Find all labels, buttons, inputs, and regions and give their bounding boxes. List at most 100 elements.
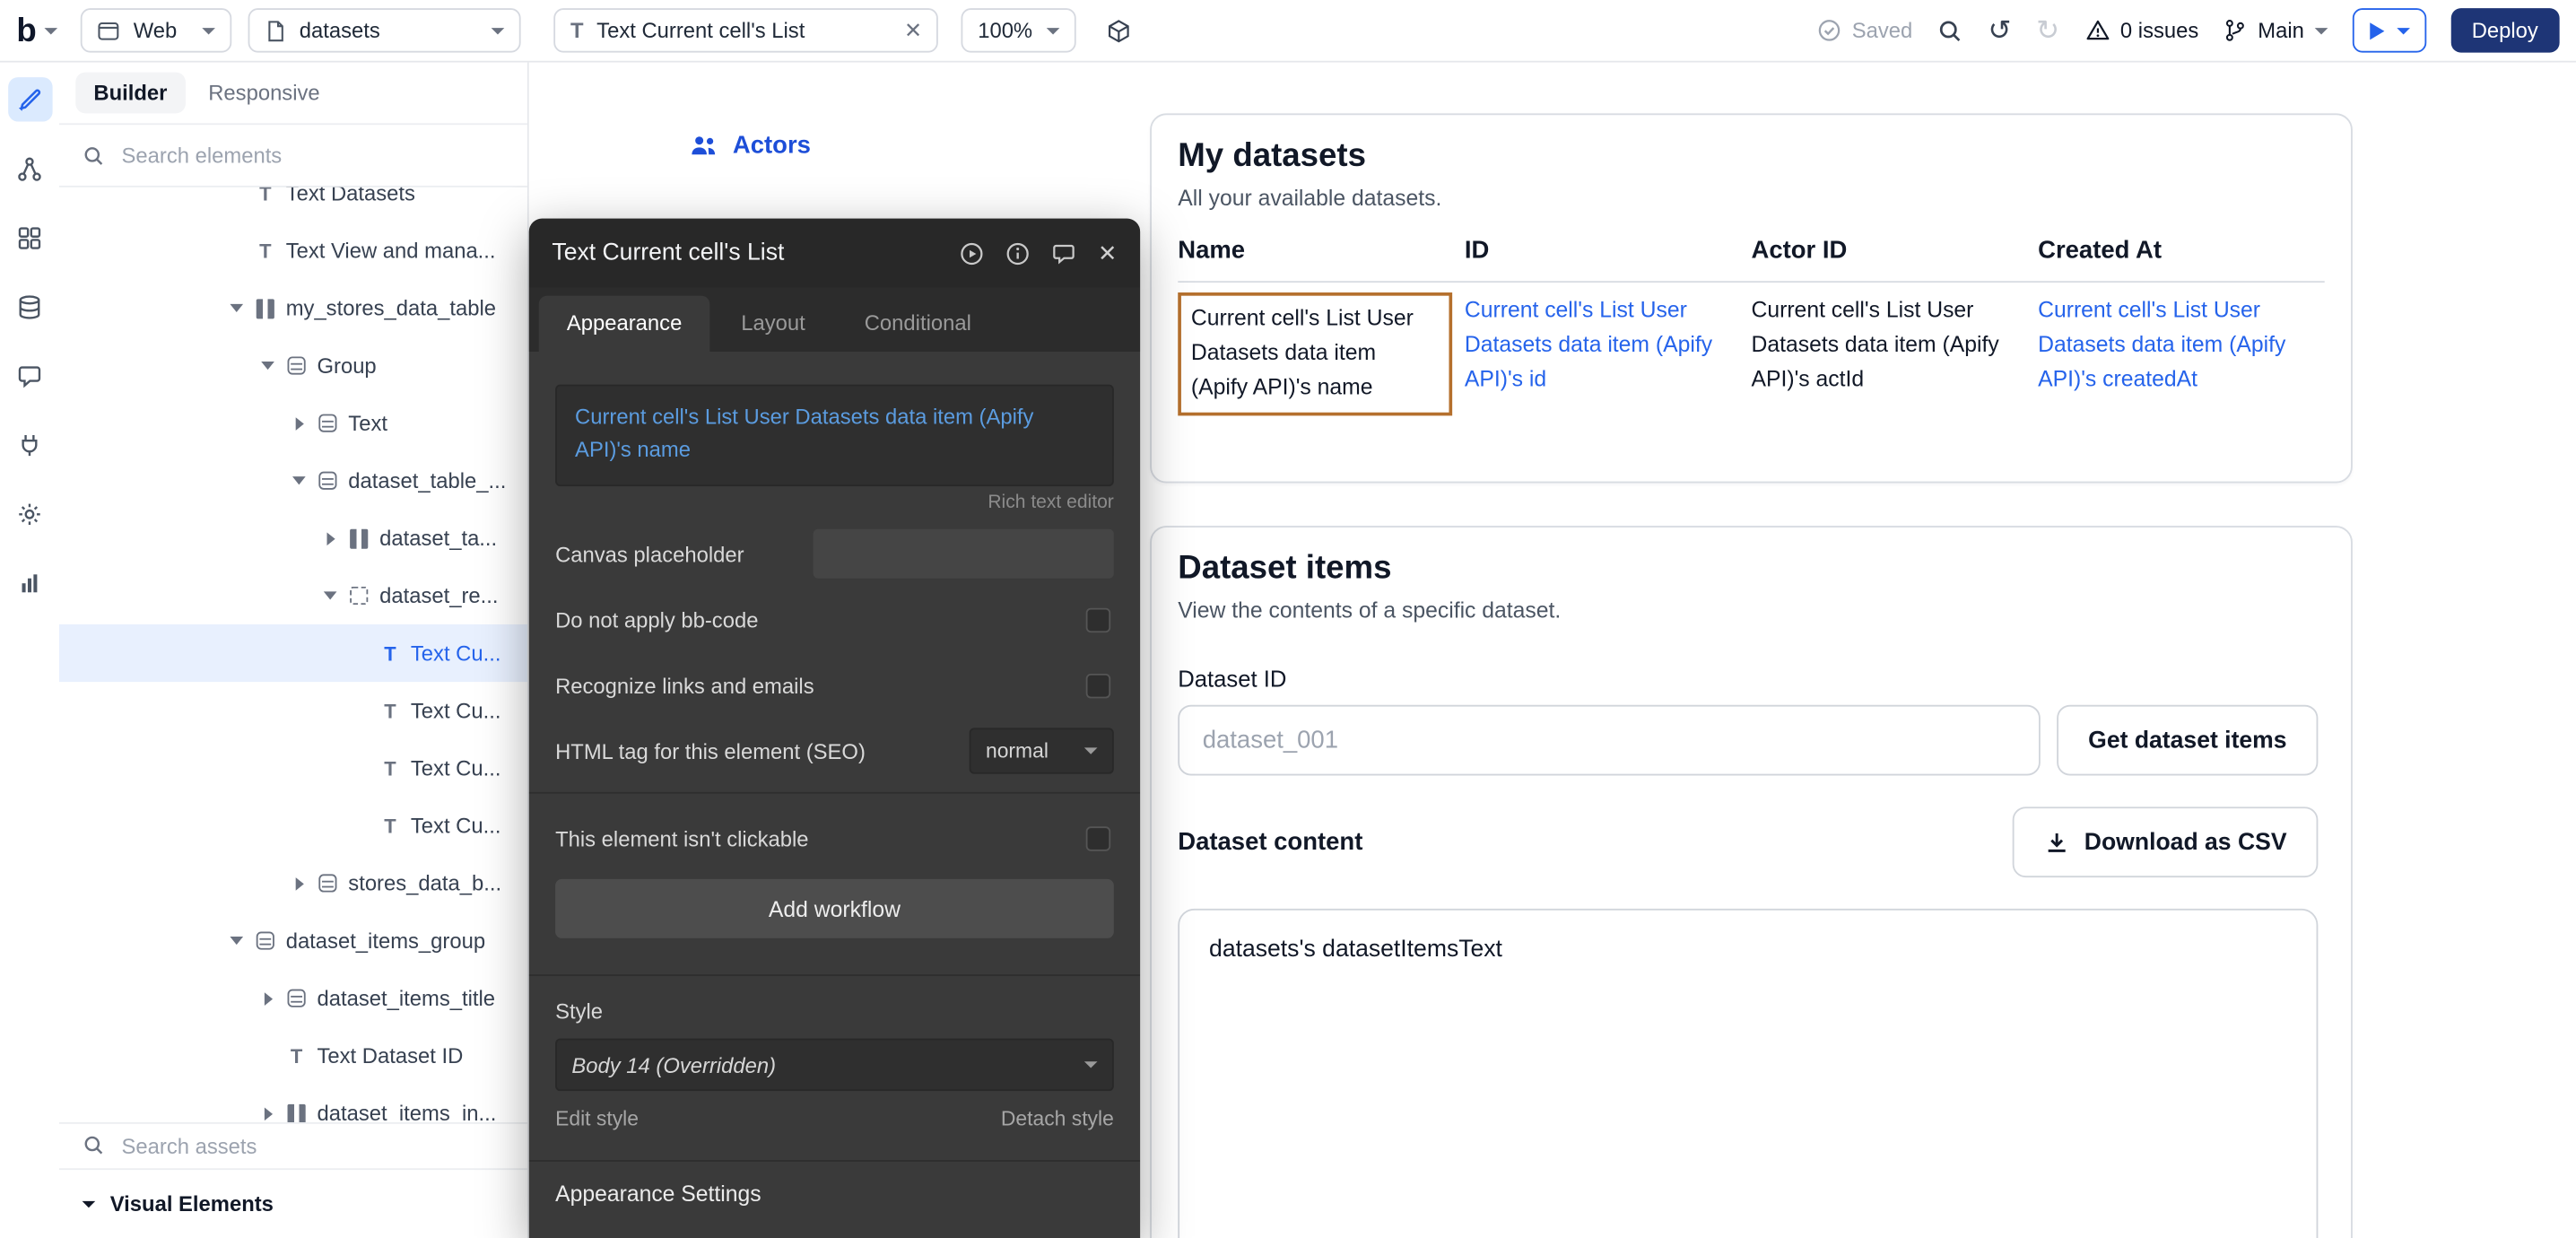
html-tag-select[interactable]: normal xyxy=(970,728,1114,773)
tree-item[interactable]: dataset_table_... xyxy=(59,452,527,510)
close-icon[interactable]: ✕ xyxy=(1098,241,1117,265)
tree-item[interactable]: Text xyxy=(59,395,527,452)
settings-mode-button[interactable] xyxy=(7,492,51,536)
add-workflow-button[interactable]: Add workflow xyxy=(555,879,1114,938)
app-menu[interactable]: b xyxy=(16,14,57,48)
tree-item[interactable]: dataset_re... xyxy=(59,567,527,624)
page-selector[interactable]: datasets xyxy=(248,8,521,52)
tree-chevron-icon[interactable] xyxy=(284,467,314,493)
tree-chevron-icon[interactable] xyxy=(284,870,314,896)
deploy-button[interactable]: Deploy xyxy=(2450,8,2560,52)
tree-item[interactable]: dataset_items_title xyxy=(59,970,527,1027)
tree-chevron-icon[interactable] xyxy=(222,238,251,264)
run-preview-icon[interactable] xyxy=(960,240,984,265)
tree-chevron-icon[interactable] xyxy=(253,985,283,1011)
download-csv-button[interactable]: Download as CSV xyxy=(2012,806,2318,877)
element-tab[interactable]: T Text Current cell's List ✕ xyxy=(554,8,939,52)
tree-chevron-icon[interactable] xyxy=(253,353,283,379)
tree-item[interactable]: dataset_ta... xyxy=(59,510,527,567)
chevron-down-icon xyxy=(2396,27,2409,33)
branch-selector[interactable]: Main xyxy=(2224,18,2328,42)
get-dataset-items-button[interactable]: Get dataset items xyxy=(2057,705,2318,776)
rich-text-editor[interactable]: Current cell's List User Datasets data i… xyxy=(555,385,1114,487)
redo-icon[interactable]: ↻ xyxy=(2036,16,2059,44)
tree-item[interactable]: Text Cu... xyxy=(59,797,527,854)
element-tab-label: Text Current cell's List xyxy=(596,18,891,42)
tree-chevron-icon[interactable] xyxy=(253,1042,283,1068)
package-icon[interactable] xyxy=(1106,17,1132,43)
search-elements-input[interactable] xyxy=(118,142,504,170)
recognize-links-checkbox[interactable] xyxy=(1086,673,1110,697)
tree-chevron-icon[interactable] xyxy=(316,525,345,551)
rows-element-icon xyxy=(283,353,310,379)
tree-chevron-icon[interactable] xyxy=(222,928,251,954)
cell-actor-id[interactable]: Current cell's List User Datasets data i… xyxy=(1751,294,2038,415)
canvas-placeholder-input[interactable] xyxy=(814,529,1114,579)
platform-selector[interactable]: Web xyxy=(81,8,232,52)
repeat-element-icon xyxy=(345,582,373,608)
actors-nav-link[interactable]: Actors xyxy=(690,132,811,160)
tree-item[interactable]: dataset_items_group xyxy=(59,912,527,970)
bbcode-checkbox[interactable] xyxy=(1086,607,1110,632)
tree-chevron-icon[interactable] xyxy=(346,698,376,724)
tree-chevron-icon[interactable] xyxy=(346,755,376,781)
tree-item[interactable]: Group xyxy=(59,336,527,394)
dataset-content-box[interactable]: datasets's datasetItemsText xyxy=(1178,909,2318,1238)
comment-icon[interactable] xyxy=(1052,240,1076,265)
tree-chevron-icon[interactable] xyxy=(346,813,376,839)
divider xyxy=(529,974,1140,976)
components-mode-button[interactable] xyxy=(7,215,51,259)
style-select[interactable]: Body 14 (Overridden) xyxy=(555,1039,1114,1092)
search-icon[interactable] xyxy=(1937,17,1963,43)
tree-chevron-icon[interactable] xyxy=(346,640,376,666)
undo-icon[interactable]: ↺ xyxy=(1988,16,2011,44)
tree-item[interactable]: Text Cu... xyxy=(59,739,527,797)
design-mode-button[interactable] xyxy=(7,77,51,121)
tree-item[interactable]: Text Cu... xyxy=(59,624,527,682)
workflow-mode-button[interactable] xyxy=(7,146,51,190)
comments-mode-button[interactable] xyxy=(7,353,51,397)
tab-builder[interactable]: Builder xyxy=(75,73,185,114)
tab-conditional[interactable]: Conditional xyxy=(837,296,999,352)
tab-layout[interactable]: Layout xyxy=(713,296,833,352)
clickable-checkbox[interactable] xyxy=(1086,825,1110,850)
cell-id[interactable]: Current cell's List User Datasets data i… xyxy=(1465,294,1752,415)
plugins-mode-button[interactable] xyxy=(7,423,51,466)
tree-chevron-icon[interactable] xyxy=(253,1100,283,1121)
logs-mode-button[interactable] xyxy=(7,561,51,605)
edit-style-link[interactable]: Edit style xyxy=(555,1107,639,1130)
tree-item[interactable]: Text Cu... xyxy=(59,682,527,739)
close-icon[interactable]: ✕ xyxy=(904,20,922,41)
tree-chevron-icon[interactable] xyxy=(284,410,314,436)
cell-name-selected[interactable]: Current cell's List User Datasets data i… xyxy=(1178,292,1451,415)
dataset-id-input[interactable] xyxy=(1178,705,2041,776)
cell-created-at[interactable]: Current cell's List User Datasets data i… xyxy=(2038,294,2325,415)
inspector-header[interactable]: Text Current cell's List ✕ xyxy=(529,219,1140,288)
visual-elements-section[interactable]: Visual Elements xyxy=(59,1167,527,1238)
tree-item[interactable]: Text View and mana... xyxy=(59,222,527,279)
inspector-body: Current cell's List User Datasets data i… xyxy=(529,352,1140,1238)
tree-item[interactable]: dataset_items_in... xyxy=(59,1085,527,1121)
info-icon[interactable] xyxy=(1005,240,1030,265)
issues-indicator[interactable]: 0 issues xyxy=(2084,18,2199,42)
save-status: Saved xyxy=(1817,18,1912,42)
tree-item[interactable]: Text Datasets xyxy=(59,187,527,222)
preview-run-button[interactable] xyxy=(2352,8,2425,52)
tab-appearance[interactable]: Appearance xyxy=(539,296,710,352)
tree-item[interactable]: my_stores_data_table xyxy=(59,279,527,336)
tree-chevron-icon[interactable] xyxy=(222,187,251,206)
dataset-content-text: datasets's datasetItemsText xyxy=(1209,937,1502,963)
html-tag-label: HTML tag for this element (SEO) xyxy=(555,738,866,763)
tree-item-label: dataset_table_... xyxy=(348,468,506,493)
tree-chevron-icon[interactable] xyxy=(222,295,251,321)
tab-responsive[interactable]: Responsive xyxy=(196,73,334,114)
zoom-selector[interactable]: 100% xyxy=(962,8,1076,52)
search-assets-input[interactable] xyxy=(118,1131,504,1159)
recognize-links-row: Recognize links and emails xyxy=(555,660,1114,710)
data-mode-button[interactable] xyxy=(7,284,51,328)
detach-style-link[interactable]: Detach style xyxy=(1001,1107,1114,1130)
appearance-settings-section[interactable]: Appearance Settings xyxy=(529,1160,1140,1225)
tree-chevron-icon[interactable] xyxy=(316,582,345,608)
tree-item[interactable]: Text Dataset ID xyxy=(59,1027,527,1085)
tree-item[interactable]: stores_data_b... xyxy=(59,854,527,911)
